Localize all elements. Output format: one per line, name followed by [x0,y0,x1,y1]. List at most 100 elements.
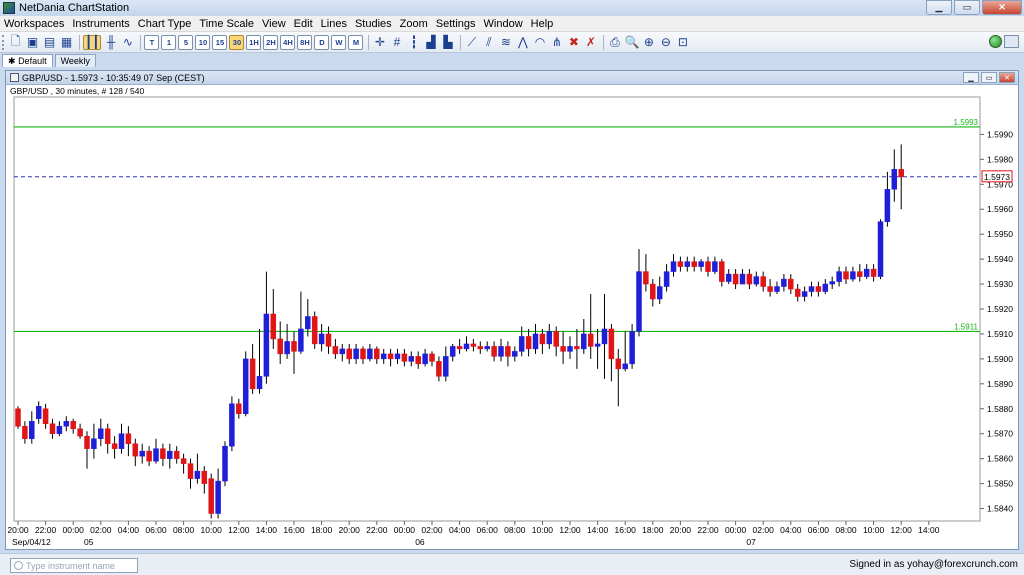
candle-body [891,169,898,190]
trendline-icon[interactable]: ⟋ [464,35,479,50]
timeframe-1-button[interactable]: 1 [161,34,177,50]
candlestick-icon[interactable]: ┃┃ [83,34,102,50]
channel-icon[interactable]: ⫽ [481,35,496,50]
x-tick-label: 20:00 [670,525,692,535]
candle-body [594,343,601,347]
x-tick-label: 04:00 [780,525,802,535]
candle-body [753,276,760,285]
pitchfork-icon[interactable]: ⋔ [549,35,564,50]
timeframe-d-button[interactable]: D [314,34,330,50]
timeframe-w-button[interactable]: W [331,34,347,50]
candle-body [829,281,835,285]
menu-studies[interactable]: Studies [351,18,396,30]
x-tick-label: 20:00 [7,525,29,535]
grid-icon[interactable]: # [389,35,404,50]
candle-body [622,363,628,370]
print-icon[interactable]: ⎙ [607,35,622,50]
window-controls: ▁ ▭ ✕ [926,0,1022,15]
candle-body [498,346,504,357]
ohlc-icon[interactable]: ┇ [406,35,421,50]
candle-body [449,346,456,357]
horizontal-level-label: 1.5911 [954,322,978,331]
chart-window-title: GBP/USD - 1.5973 - 10:35:49 07 Sep (CEST… [22,72,205,83]
timeframe-2h-button[interactable]: 2H [263,34,279,50]
save-icon[interactable]: ▣ [25,35,40,50]
menu-zoom[interactable]: Zoom [396,18,432,30]
save-as-icon[interactable]: ▤ [42,35,57,50]
candle-body [505,346,511,357]
app-logo-icon [3,2,15,14]
menu-view[interactable]: View [258,18,290,30]
menu-lines[interactable]: Lines [317,18,351,30]
print-preview-icon[interactable]: 🔍 [624,35,639,50]
tab-label: Default [18,56,47,66]
arc-icon[interactable]: ◠ [532,35,547,50]
x-tick-label: 08:00 [504,525,526,535]
line-chart-icon[interactable]: ∿ [120,35,135,50]
candle-body [139,450,145,457]
toolbar-separator [368,34,370,50]
zoom-out-icon[interactable]: ⊖ [658,35,673,50]
menu-time-scale[interactable]: Time Scale [195,18,258,30]
zoom-in-icon[interactable]: ⊕ [641,35,656,50]
delete-line-icon[interactable]: ✖ [566,35,581,50]
tab-weekly[interactable]: Weekly [54,54,96,67]
candle-body [91,438,97,449]
x-tick-label: 08:00 [835,525,857,535]
signed-in-status: Signed in as yohay@forexcrunch.com [849,559,1018,570]
timeframe-10-button[interactable]: 10 [195,34,211,50]
volume-icon[interactable]: ▟ [423,35,438,50]
candle-body [767,286,773,292]
instrument-search-input[interactable] [26,560,136,571]
minimize-button[interactable]: ▁ [926,0,952,15]
timeframe-t-button[interactable]: T [144,34,160,50]
zoom-fit-icon[interactable]: ⊡ [675,35,690,50]
candle-body [760,276,766,287]
bar-chart-icon[interactable]: ╫ [103,35,118,50]
menu-chart-type[interactable]: Chart Type [134,18,196,30]
fibonacci-icon[interactable]: ≋ [498,35,513,50]
candle-body [29,420,35,439]
tab-default[interactable]: ✱ Default [2,54,53,67]
candle-body [339,348,346,355]
menu-help[interactable]: Help [527,18,558,30]
candle-body [443,356,449,377]
studies-icon[interactable]: ▙ [440,35,455,50]
delete-all-icon[interactable]: ✗ [583,35,598,50]
menu-edit[interactable]: Edit [290,18,317,30]
timeframe-4h-button[interactable]: 4H [280,34,296,50]
new-icon[interactable]: 🗋 [8,34,23,50]
close-button[interactable]: ✕ [982,0,1022,15]
chart-minimize-button[interactable]: ▁ [963,72,979,83]
toolbar-separator [140,34,142,50]
candle-body [698,261,704,267]
candle-body [153,448,159,462]
timeframe-8h-button[interactable]: 8H [297,34,313,50]
candle-body [270,313,277,340]
timeframe-5-button[interactable]: 5 [178,34,194,50]
timeframe-1h-button[interactable]: 1H [246,34,262,50]
y-tick-label: 1.5920 [987,304,1013,314]
print-setup-icon[interactable]: ▦ [59,35,74,50]
gann-icon[interactable]: ⋀ [515,35,530,50]
crosshair-icon[interactable]: ✛ [372,35,387,50]
menu-workspaces[interactable]: Workspaces [0,18,68,30]
chart-close-button[interactable]: ✕ [999,72,1015,83]
timeframe-15-button[interactable]: 15 [212,34,228,50]
maximize-button[interactable]: ▭ [954,0,980,15]
candle-body [850,271,856,280]
timeframe-30-button[interactable]: 30 [229,34,245,50]
menu-window[interactable]: Window [480,18,527,30]
price-chart[interactable]: 1.5840 1.5850 1.5860 1.5870 1.5880 1.5890 1.59… [6,71,1018,549]
tab-label: Weekly [60,56,90,66]
candle-body [263,313,270,377]
timeframe-m-button[interactable]: M [348,34,364,50]
candle-body [670,261,677,272]
candle-body [836,271,842,282]
date-label: Sep/04/12 [12,537,51,547]
menu-instruments[interactable]: Instruments [68,18,133,30]
candle-body [691,261,697,267]
menu-settings[interactable]: Settings [432,18,480,30]
chart-maximize-button[interactable]: ▭ [981,72,997,83]
toolbar-menu-button[interactable] [1004,35,1019,48]
